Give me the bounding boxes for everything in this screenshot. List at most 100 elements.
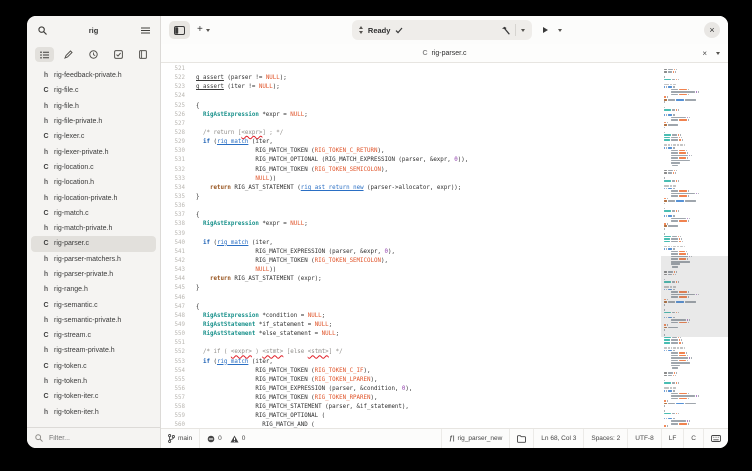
- sidebar-tab-history[interactable]: [84, 47, 103, 62]
- current-symbol[interactable]: ƒ| rig_parser_new: [442, 429, 509, 448]
- file-item[interactable]: h rig-parser-matchers.h: [31, 252, 156, 267]
- code-line[interactable]: RIG_MATCH_TOKEN (RIG_TOKEN_SEMICOLON),: [196, 166, 661, 175]
- tab-options-caret-icon[interactable]: [716, 51, 720, 55]
- branch-indicator[interactable]: main: [161, 429, 199, 448]
- file-item[interactable]: h rig-range.h: [31, 282, 156, 297]
- language-setting[interactable]: C: [684, 429, 703, 448]
- file-item[interactable]: h rig-semantic-private.h: [31, 313, 156, 328]
- line-number[interactable]: 521: [161, 65, 185, 74]
- build-options-caret-icon[interactable]: [520, 28, 525, 32]
- line-number[interactable]: 534: [161, 184, 185, 193]
- code-line[interactable]: {: [196, 211, 661, 220]
- line-number[interactable]: 531: [161, 156, 185, 165]
- file-item[interactable]: h rig-token.h: [31, 374, 156, 389]
- code-line[interactable]: NULL)): [196, 175, 661, 184]
- code-lines[interactable]: g_assert (parser != NULL); g_assert (iter…: [189, 63, 661, 428]
- code-line[interactable]: RIG_MATCH_STATEMENT (parser, &if_stateme…: [196, 403, 661, 412]
- line-number[interactable]: 546: [161, 294, 185, 303]
- code-line[interactable]: RigAstStatement *else_statement = NULL;: [196, 330, 661, 339]
- minimap[interactable]: [661, 63, 728, 428]
- line-number[interactable]: 549: [161, 321, 185, 330]
- sidebar-tab-todo[interactable]: [109, 47, 128, 62]
- line-number[interactable]: 548: [161, 312, 185, 321]
- file-item[interactable]: h rig-match-private.h: [31, 221, 156, 236]
- indent-setting[interactable]: Spaces: 2: [584, 429, 627, 448]
- line-number[interactable]: 558: [161, 403, 185, 412]
- run-button[interactable]: [538, 21, 553, 39]
- code-line[interactable]: [196, 339, 661, 348]
- code-line[interactable]: RIG_MATCH_TOKEN (RIG_TOKEN_SEMICOLON),: [196, 257, 661, 266]
- line-number[interactable]: 527: [161, 120, 185, 129]
- code-line[interactable]: RigAstStatement *if_statement = NULL;: [196, 321, 661, 330]
- code-line[interactable]: RIG_MATCH_EXPRESSION (parser, &condition…: [196, 385, 661, 394]
- file-item[interactable]: h rig-file-private.h: [31, 114, 156, 129]
- line-number[interactable]: 540: [161, 239, 185, 248]
- file-item[interactable]: h rig-parser-private.h: [31, 267, 156, 282]
- code-line[interactable]: RigAstExpression *condition = NULL;: [196, 312, 661, 321]
- code-line[interactable]: RigAstExpression *expr = NULL;: [196, 111, 661, 120]
- line-number[interactable]: 525: [161, 102, 185, 111]
- file-item[interactable]: Crig-match.c: [31, 206, 156, 221]
- code-line[interactable]: RIG_MATCH_TOKEN (RIG_TOKEN_C_IF),: [196, 367, 661, 376]
- line-number[interactable]: 551: [161, 339, 185, 348]
- code-line[interactable]: /* return [<expr>] ; */: [196, 129, 661, 138]
- line-number[interactable]: 526: [161, 111, 185, 120]
- menu-button[interactable]: [137, 22, 153, 38]
- keyboard-button[interactable]: [704, 429, 728, 448]
- file-item[interactable]: h rig-file.h: [31, 99, 156, 114]
- line-number[interactable]: 545: [161, 284, 185, 293]
- file-item[interactable]: Crig-file.c: [31, 83, 156, 98]
- file-item[interactable]: Crig-semantic.c: [31, 297, 156, 312]
- code-line[interactable]: g_assert (parser != NULL);: [196, 74, 661, 83]
- code-line[interactable]: g_assert (iter != NULL);: [196, 83, 661, 92]
- file-item[interactable]: Crig-parser.c: [31, 236, 156, 252]
- line-number[interactable]: 552: [161, 348, 185, 357]
- filter-input[interactable]: [47, 433, 131, 443]
- build-hammer-icon[interactable]: [501, 26, 510, 35]
- line-number[interactable]: 524: [161, 92, 185, 101]
- code-line[interactable]: return RIG_AST_STATEMENT (expr);: [196, 275, 661, 284]
- toggle-sidebar-button[interactable]: [169, 21, 190, 39]
- code-line[interactable]: RIG_MATCH_EXPRESSION (parser, &expr, 0),: [196, 248, 661, 257]
- file-item[interactable]: h rig-lexer-private.h: [31, 144, 156, 159]
- file-item[interactable]: h rig-stream-private.h: [31, 343, 156, 358]
- minimap-viewport[interactable]: [661, 256, 728, 337]
- code-line[interactable]: }: [196, 193, 661, 202]
- line-number[interactable]: 544: [161, 275, 185, 284]
- file-item[interactable]: Crig-token.c: [31, 359, 156, 374]
- line-number[interactable]: 553: [161, 358, 185, 367]
- new-page-button[interactable]: +: [192, 21, 215, 39]
- line-number[interactable]: 560: [161, 421, 185, 428]
- line-number[interactable]: 555: [161, 376, 185, 385]
- sidebar-tab-documentation[interactable]: [133, 47, 152, 62]
- line-number[interactable]: 529: [161, 138, 185, 147]
- code-line[interactable]: {: [196, 102, 661, 111]
- line-number[interactable]: 550: [161, 330, 185, 339]
- line-number[interactable]: 541: [161, 248, 185, 257]
- file-item[interactable]: Crig-lexer.c: [31, 129, 156, 144]
- run-options-button[interactable]: [553, 21, 567, 39]
- code-line[interactable]: if (rig_match (iter,: [196, 138, 661, 147]
- line-number[interactable]: 547: [161, 303, 185, 312]
- code-line[interactable]: /* if ( <expr> ) <stmt> [else <stmt>] */: [196, 348, 661, 357]
- code-line[interactable]: if (rig_match (iter,: [196, 358, 661, 367]
- code-line[interactable]: RIG_MATCH_AND (: [196, 421, 661, 428]
- line-number[interactable]: 528: [161, 129, 185, 138]
- cursor-position[interactable]: Ln 68, Col 3: [534, 429, 583, 448]
- code-line[interactable]: [196, 120, 661, 129]
- file-item[interactable]: Crig-token-iter.c: [31, 389, 156, 404]
- error-counter[interactable]: 0 0: [200, 429, 252, 448]
- file-item[interactable]: h rig-feedback-private.h: [31, 68, 156, 83]
- code-line[interactable]: {: [196, 303, 661, 312]
- line-number[interactable]: 538: [161, 220, 185, 229]
- line-number[interactable]: 554: [161, 367, 185, 376]
- line-number[interactable]: 533: [161, 175, 185, 184]
- code-line[interactable]: [196, 294, 661, 303]
- code-line[interactable]: RigAstExpression *expr = NULL;: [196, 220, 661, 229]
- code-line[interactable]: }: [196, 284, 661, 293]
- code-line[interactable]: [196, 230, 661, 239]
- line-ending-setting[interactable]: LF: [662, 429, 684, 448]
- code-line[interactable]: [196, 202, 661, 211]
- code-line[interactable]: [196, 65, 661, 74]
- code-line[interactable]: [196, 92, 661, 101]
